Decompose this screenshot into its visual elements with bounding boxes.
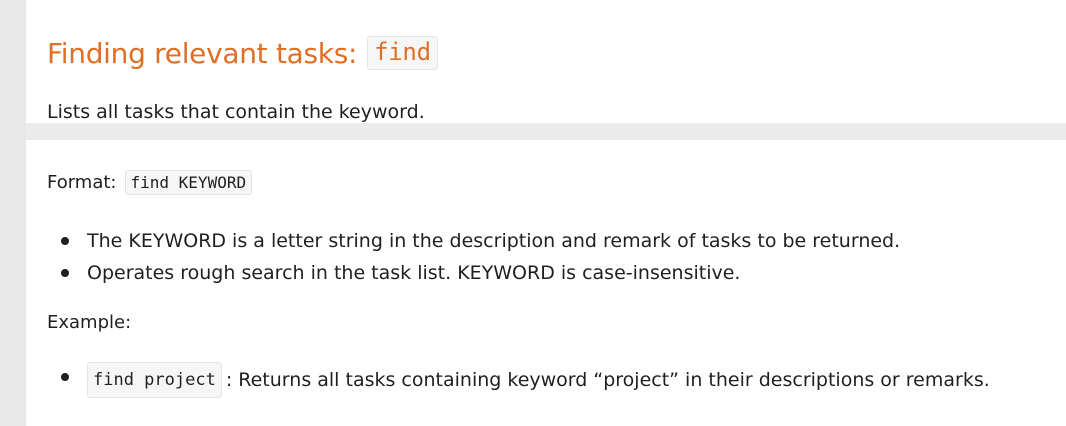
bullet-dot-icon: [61, 237, 69, 245]
list-item-text: Operates rough search in the task list. …: [87, 262, 741, 284]
section-heading: Finding relevant tasks: find: [47, 36, 438, 70]
example-label: Example:: [47, 312, 132, 333]
example-code: find project: [87, 362, 222, 398]
bullet-dot-icon: [61, 373, 69, 381]
list-item: Operates rough search in the task list. …: [47, 258, 900, 290]
bullet-dot-icon: [61, 269, 69, 277]
section-title: Finding relevant tasks:: [47, 36, 358, 70]
format-label: Format:: [47, 172, 117, 193]
format-line: Format: find KEYWORD: [47, 170, 253, 195]
left-margin-bar: [0, 0, 26, 426]
list-item: find project : Returns all tasks contain…: [47, 362, 990, 398]
rules-list: The KEYWORD is a letter string in the de…: [47, 226, 900, 290]
scroll-divider-band: [26, 123, 1066, 140]
list-item: The KEYWORD is a letter string in the de…: [47, 226, 900, 258]
format-code: find KEYWORD: [124, 170, 253, 195]
list-item-text: The KEYWORD is a letter string in the de…: [87, 230, 901, 252]
example-text: : Returns all tasks containing keyword “…: [225, 369, 990, 391]
examples-list: find project : Returns all tasks contain…: [47, 362, 990, 398]
description-clip: Lists all tasks that contain the keyword…: [47, 96, 1066, 123]
command-code: find: [367, 36, 438, 70]
section-description: Lists all tasks that contain the keyword…: [47, 101, 425, 123]
